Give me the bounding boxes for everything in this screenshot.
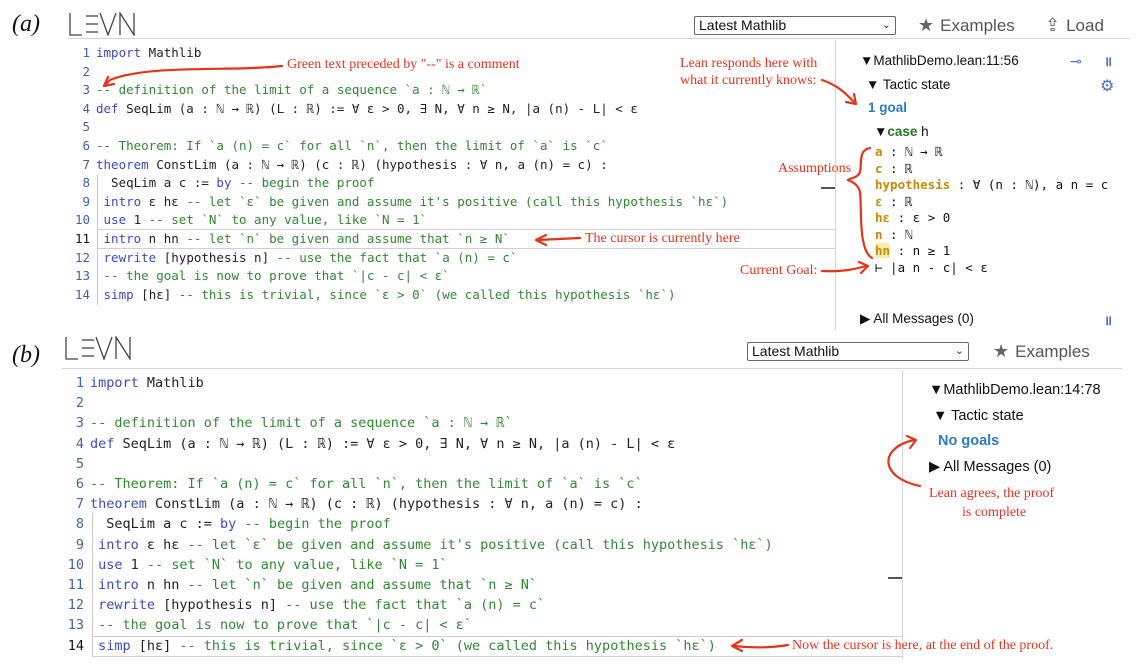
annotation-arrows-b: [730, 434, 922, 653]
